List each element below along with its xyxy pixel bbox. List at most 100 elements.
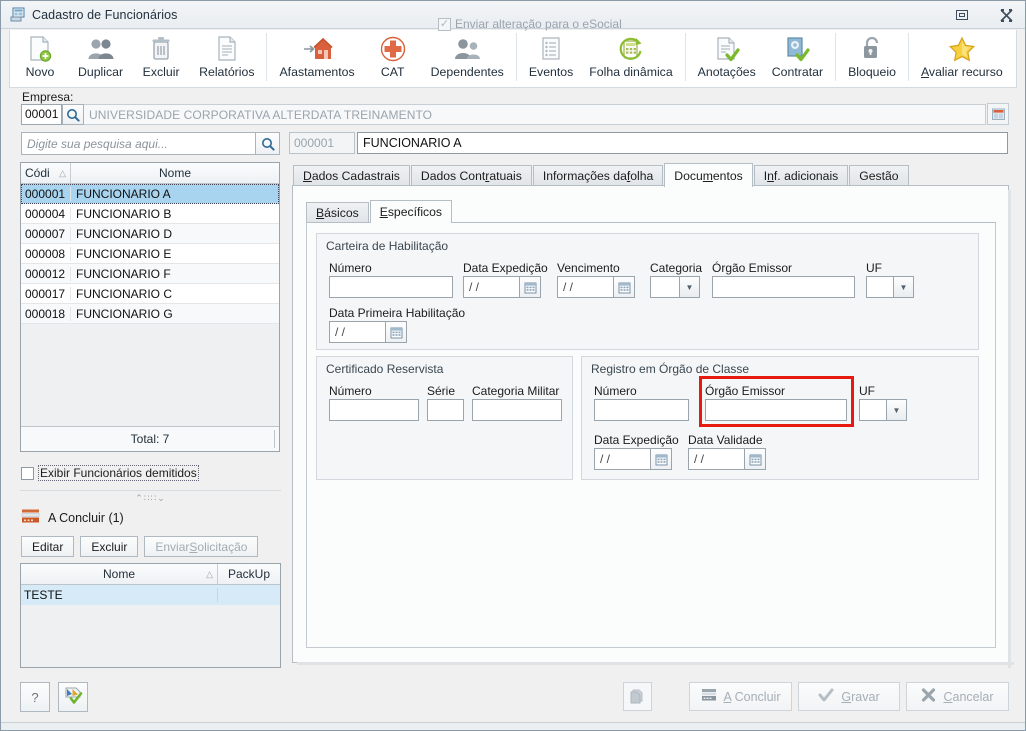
send-request-button: Enviar Solicitação bbox=[144, 536, 259, 557]
column-header-label: Nome bbox=[158, 166, 191, 180]
note-check-icon bbox=[714, 34, 740, 64]
table-row[interactable]: 000007 FUNCIONARIO D bbox=[21, 224, 279, 244]
tab-inf-adicionais[interactable]: In f. adicionais bbox=[753, 165, 849, 186]
orgao-classe-uf-dropdown-button[interactable]: ▼ bbox=[887, 399, 907, 421]
column-header-nome[interactable]: Nome △ bbox=[21, 564, 218, 584]
input-orgao-classe-uf[interactable] bbox=[859, 399, 887, 421]
pending-grid[interactable]: Nome △ PackUp TESTE bbox=[20, 563, 281, 668]
close-button[interactable] bbox=[993, 4, 1019, 26]
column-header-nome[interactable]: Nome bbox=[71, 163, 279, 183]
input-cnh-numero[interactable] bbox=[329, 276, 453, 298]
toolbar-button-duplicar[interactable]: Duplicar bbox=[70, 30, 131, 79]
employee-grid[interactable]: Códi △ Nome 000001 FUNCIONARIO A 000004 … bbox=[20, 162, 280, 452]
input-cnh-vencimento[interactable]: / / bbox=[557, 276, 614, 298]
cnh-data-expedicao-calendar-button[interactable] bbox=[520, 276, 541, 298]
toolbar-button-folha-dinamica[interactable]: Folha dinâmica bbox=[581, 30, 680, 79]
search-input[interactable]: Digite sua pesquisa aqui... bbox=[21, 132, 256, 155]
toolbar-button-eventos[interactable]: Eventos bbox=[521, 30, 581, 79]
toolbar-button-relatorios[interactable]: Relatórios bbox=[191, 30, 262, 79]
table-row[interactable]: 000012 FUNCIONARIO F bbox=[21, 264, 279, 284]
input-cnh-orgao-emissor[interactable] bbox=[712, 276, 855, 298]
orgao-classe-data-expedicao-calendar-button[interactable] bbox=[651, 448, 672, 470]
groupbox-title: Certificado Reservista bbox=[326, 362, 444, 376]
input-reservista-serie[interactable] bbox=[427, 399, 464, 421]
input-reservista-categoria-militar[interactable] bbox=[472, 399, 562, 421]
subtab-especificos[interactable]: Específicos bbox=[369, 200, 453, 223]
sub-tabstrip: Básicos Específicos bbox=[306, 200, 996, 223]
cancel-button[interactable]: Cancelar bbox=[906, 682, 1009, 711]
cnh-categoria-dropdown-button[interactable]: ▼ bbox=[680, 276, 700, 298]
toolbar-button-excluir[interactable]: Excluir bbox=[131, 30, 191, 79]
cell-codigo: 000001 bbox=[21, 186, 71, 201]
input-cnh-primeira-habilitacao[interactable]: / / bbox=[329, 321, 386, 343]
input-orgao-classe-numero[interactable] bbox=[594, 399, 689, 421]
company-search-button[interactable] bbox=[62, 104, 84, 125]
orgao-classe-data-validade-calendar-button[interactable] bbox=[745, 448, 766, 470]
show-dismissed-checkbox[interactable]: Exibir Funcionários demitidos bbox=[21, 465, 199, 481]
employee-name-input[interactable]: FUNCIONARIO A bbox=[357, 132, 1008, 154]
table-row[interactable]: 000018 FUNCIONARIO G bbox=[21, 304, 279, 324]
cell-nome: FUNCIONARIO B bbox=[76, 206, 172, 221]
column-header-codigo[interactable]: Códi △ bbox=[21, 163, 71, 183]
calculator-refresh-icon bbox=[617, 34, 645, 64]
restore-button[interactable] bbox=[949, 4, 975, 26]
toolbar-button-anotacoes[interactable]: Anotações bbox=[690, 30, 764, 79]
toolbar-button-afastamentos[interactable]: Afastamentos bbox=[271, 30, 362, 79]
toolbar-label: Dependentes bbox=[430, 65, 504, 79]
a-concluir-button[interactable]: A Concluir bbox=[689, 682, 792, 711]
chevron-down-icon: ▼ bbox=[892, 405, 901, 415]
panel-shadow-bottom bbox=[297, 662, 1014, 665]
checkbox-box[interactable] bbox=[21, 466, 34, 480]
company-window-button[interactable] bbox=[987, 103, 1009, 125]
search-button[interactable] bbox=[256, 132, 280, 155]
edit-button[interactable]: Editar bbox=[21, 536, 75, 557]
tab-dados-cadastrais[interactable]: Dados Cadastrais bbox=[293, 165, 410, 186]
toolbar-button-contratar[interactable]: Contratar bbox=[764, 30, 831, 79]
help-button[interactable]: ? bbox=[20, 682, 50, 712]
groupbox-title: Registro em Órgão de Classe bbox=[591, 362, 750, 376]
table-row[interactable]: 000017 FUNCIONARIO C bbox=[21, 284, 279, 304]
padlock-open-icon bbox=[861, 34, 883, 64]
calendar-icon bbox=[655, 454, 667, 465]
input-cnh-uf[interactable] bbox=[866, 276, 894, 298]
sidebar-splitter-handle[interactable]: ⌃∷∷⌄ bbox=[20, 493, 281, 504]
check-icon bbox=[818, 688, 834, 705]
button-label: Cancelar bbox=[943, 689, 994, 704]
layers-button[interactable] bbox=[623, 682, 652, 711]
column-header-packup[interactable]: PackUp bbox=[218, 564, 280, 584]
toolbar-separator bbox=[835, 33, 837, 81]
toolbar-button-cat[interactable]: CAT bbox=[363, 30, 423, 79]
input-orgao-classe-data-validade[interactable]: / / bbox=[688, 448, 745, 470]
pending-tray-icon bbox=[21, 508, 40, 527]
list-item[interactable]: TESTE bbox=[21, 585, 280, 605]
toolbar-button-dependentes[interactable]: Dependentes bbox=[423, 30, 512, 79]
table-row[interactable]: 000004 FUNCIONARIO B bbox=[21, 204, 279, 224]
cnh-vencimento-calendar-button[interactable] bbox=[614, 276, 635, 298]
tab-informacoes-da-folha[interactable]: Informações da f olha bbox=[532, 165, 664, 186]
input-reservista-numero[interactable] bbox=[329, 399, 419, 421]
cnh-primeira-habilitacao-calendar-button[interactable] bbox=[386, 321, 407, 343]
subtab-basicos[interactable]: Básicos bbox=[306, 202, 369, 222]
trash-icon bbox=[149, 34, 173, 64]
label-cnh-data-expedicao: Data Expedição bbox=[463, 261, 548, 275]
delete-button[interactable]: Excluir bbox=[80, 536, 139, 557]
input-cnh-categoria[interactable] bbox=[650, 276, 680, 298]
question-mark-icon: ? bbox=[31, 689, 39, 705]
export-button[interactable] bbox=[58, 682, 88, 712]
company-code-input[interactable]: 00001 bbox=[21, 104, 62, 125]
tab-dados-contratuais[interactable]: Dados Cont r atuais bbox=[410, 165, 532, 186]
save-button[interactable]: Gravar bbox=[798, 682, 900, 711]
toolbar-button-avaliar-recurso[interactable]: Avaliar recurso bbox=[913, 30, 1011, 79]
tab-documentos[interactable]: Docu m entos bbox=[664, 163, 753, 187]
input-cnh-data-expedicao[interactable]: / / bbox=[463, 276, 520, 298]
table-row[interactable]: 000008 FUNCIONARIO E bbox=[21, 244, 279, 264]
input-orgao-classe-data-expedicao[interactable]: / / bbox=[594, 448, 651, 470]
tab-gestao[interactable]: Gestão bbox=[849, 165, 909, 186]
cnh-uf-dropdown-button[interactable]: ▼ bbox=[894, 276, 914, 298]
input-orgao-classe-orgao-emissor[interactable] bbox=[705, 399, 847, 421]
table-row[interactable]: 000001 FUNCIONARIO A bbox=[21, 184, 279, 204]
list-events-icon bbox=[539, 34, 563, 64]
toolbar-button-bloqueio[interactable]: Bloqueio bbox=[840, 30, 904, 79]
toolbar-button-novo[interactable]: Novo bbox=[10, 30, 70, 79]
toolbar-label: Excluir bbox=[142, 65, 180, 79]
